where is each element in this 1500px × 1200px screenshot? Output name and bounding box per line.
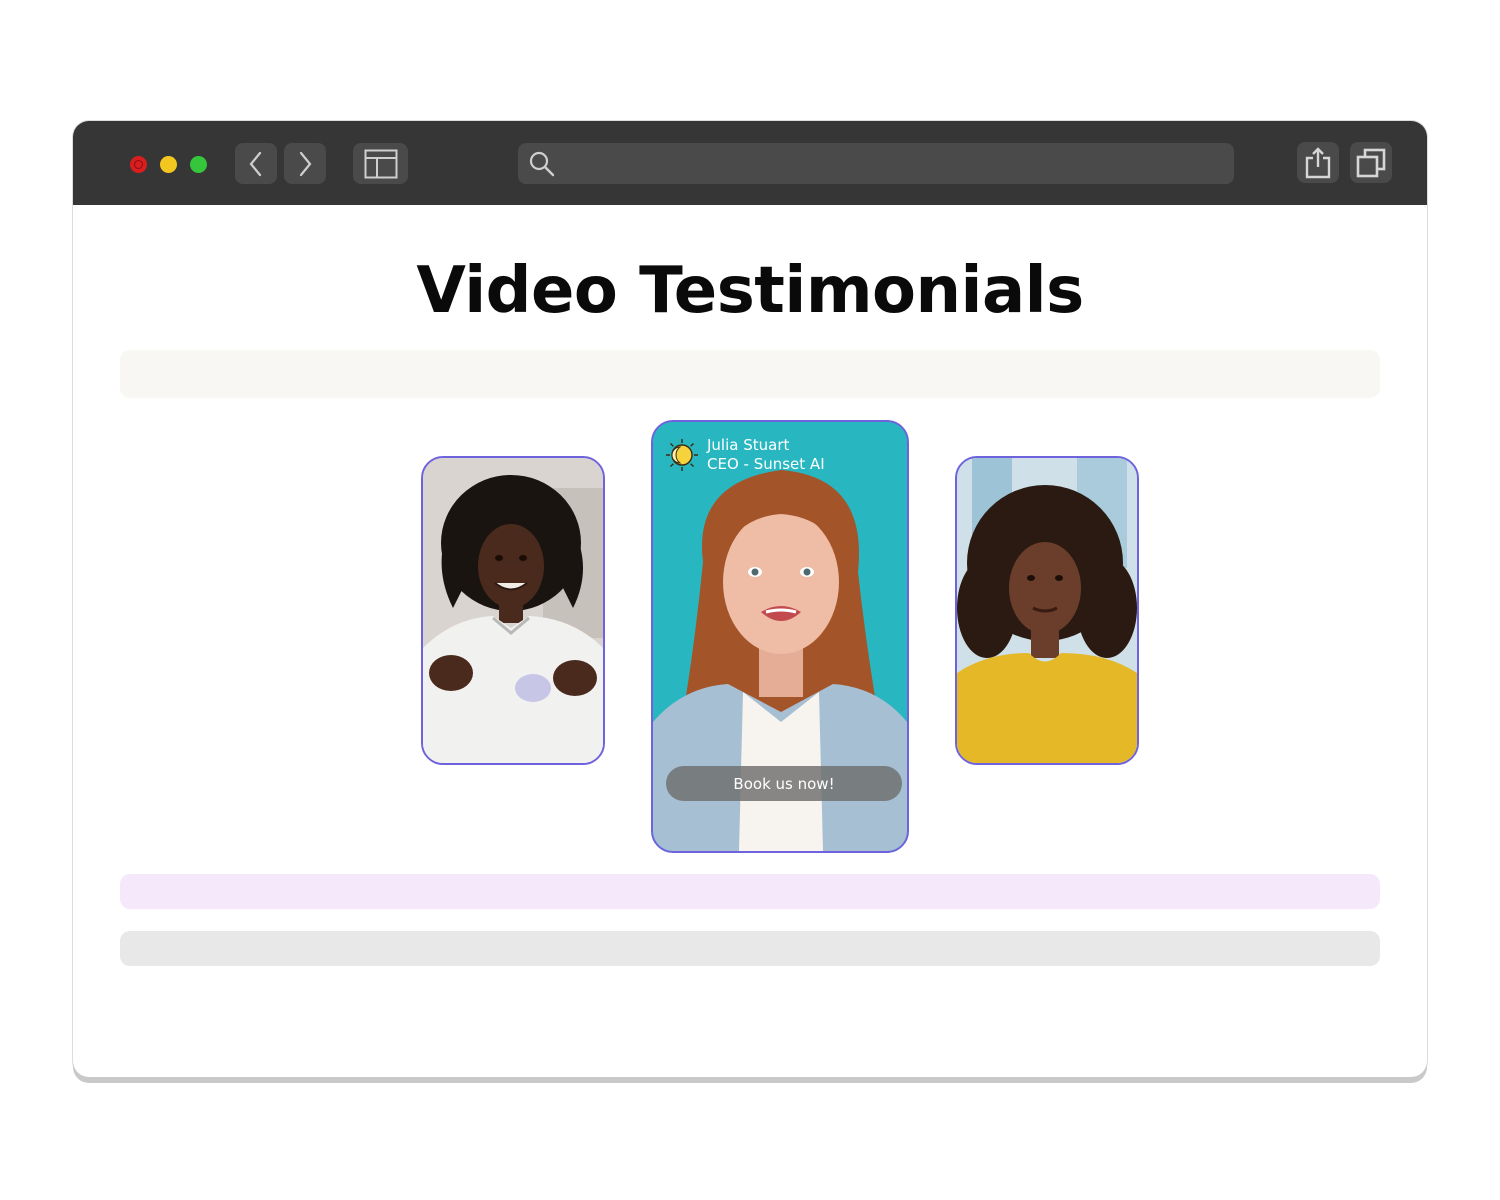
tabs-overview-button[interactable] xyxy=(1350,142,1392,183)
tabs-icon xyxy=(1356,148,1386,177)
testimonial-card-left[interactable] xyxy=(421,456,605,765)
testimonial-author-name: Julia Stuart xyxy=(707,436,790,454)
testimonial-video-thumbnail xyxy=(423,458,603,763)
placeholder-bar-top xyxy=(120,350,1380,398)
browser-toolbar xyxy=(73,121,1427,205)
address-input[interactable] xyxy=(566,149,1220,179)
maximize-window-button[interactable] xyxy=(190,156,207,173)
placeholder-bar-grey xyxy=(120,931,1380,966)
minimize-window-button[interactable] xyxy=(160,156,177,173)
placeholder-bar-pink xyxy=(120,874,1380,909)
sun-logo-icon xyxy=(666,439,698,471)
chevron-right-icon xyxy=(299,151,312,176)
chevron-left-icon xyxy=(249,151,262,176)
testimonial-card-featured[interactable]: Julia Stuart CEO - Sunset AI Book us now… xyxy=(651,420,909,853)
testimonial-author: Julia Stuart CEO - Sunset AI xyxy=(707,436,825,474)
testimonial-card-right[interactable] xyxy=(955,456,1139,765)
book-us-now-button[interactable]: Book us now! xyxy=(666,766,902,801)
share-icon xyxy=(1305,146,1331,178)
address-bar[interactable] xyxy=(518,143,1234,184)
page-title: Video Testimonials xyxy=(416,254,1084,328)
back-button[interactable] xyxy=(235,143,277,184)
search-icon xyxy=(529,151,555,177)
testimonial-author-role: CEO - Sunset AI xyxy=(707,455,825,473)
sidebar-icon xyxy=(364,149,397,178)
testimonial-video-thumbnail xyxy=(957,458,1137,763)
sidebar-toggle-button[interactable] xyxy=(353,143,408,184)
forward-button[interactable] xyxy=(284,143,326,184)
browser-window: Video Testimonials Julia Stuart CEO - Su… xyxy=(73,121,1427,1077)
share-button[interactable] xyxy=(1297,142,1339,183)
close-window-button[interactable] xyxy=(130,156,147,173)
